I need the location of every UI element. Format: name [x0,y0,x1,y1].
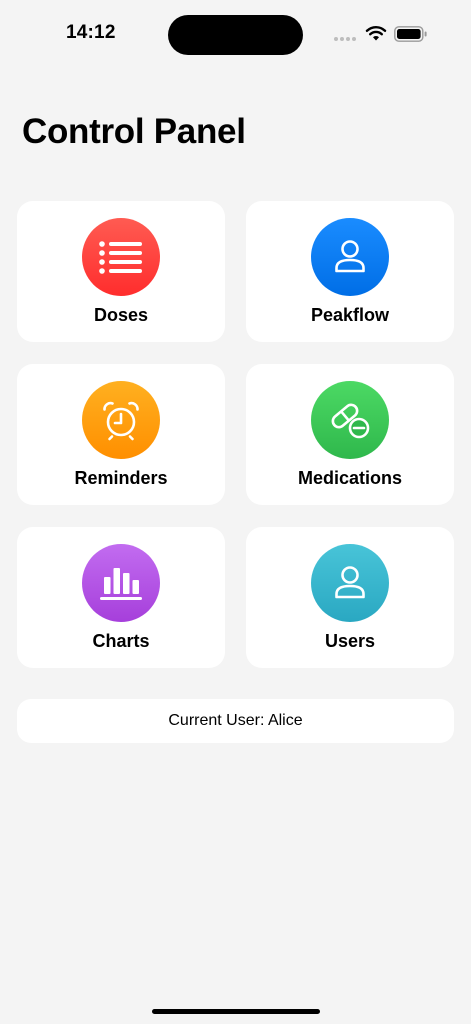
charts-label: Charts [92,631,150,651]
cellular-signal-icon [334,37,358,42]
home-indicator[interactable] [152,1009,320,1014]
doses-label: Doses [93,305,149,325]
peakflow-tile[interactable]: Peakflow [246,201,454,342]
medications-tile[interactable]: Medications [246,364,454,505]
users-label: Users [324,631,376,651]
doses-tile[interactable]: Doses [17,201,225,342]
dynamic-island [168,15,303,55]
pills-icon [311,381,389,459]
list-icon [82,218,160,296]
reminders-label: Reminders [74,468,168,488]
medications-label: Medications [297,468,403,488]
control-grid: Doses Peakflow Reminders Medications Cha… [17,201,454,668]
users-tile[interactable]: Users [246,527,454,668]
charts-tile[interactable]: Charts [17,527,225,668]
bar-chart-icon [82,544,160,622]
peakflow-label: Peakflow [310,305,390,325]
status-time: 14:12 [66,22,116,43]
reminders-tile[interactable]: Reminders [17,364,225,505]
page-title: Control Panel [22,112,246,151]
status-bar: 14:12 [0,0,471,60]
wifi-icon [365,26,387,41]
current-user-banner: Current User: Alice [17,699,454,743]
battery-icon [394,26,427,42]
alarm-clock-icon [82,381,160,459]
person-icon [311,218,389,296]
person-icon [311,544,389,622]
